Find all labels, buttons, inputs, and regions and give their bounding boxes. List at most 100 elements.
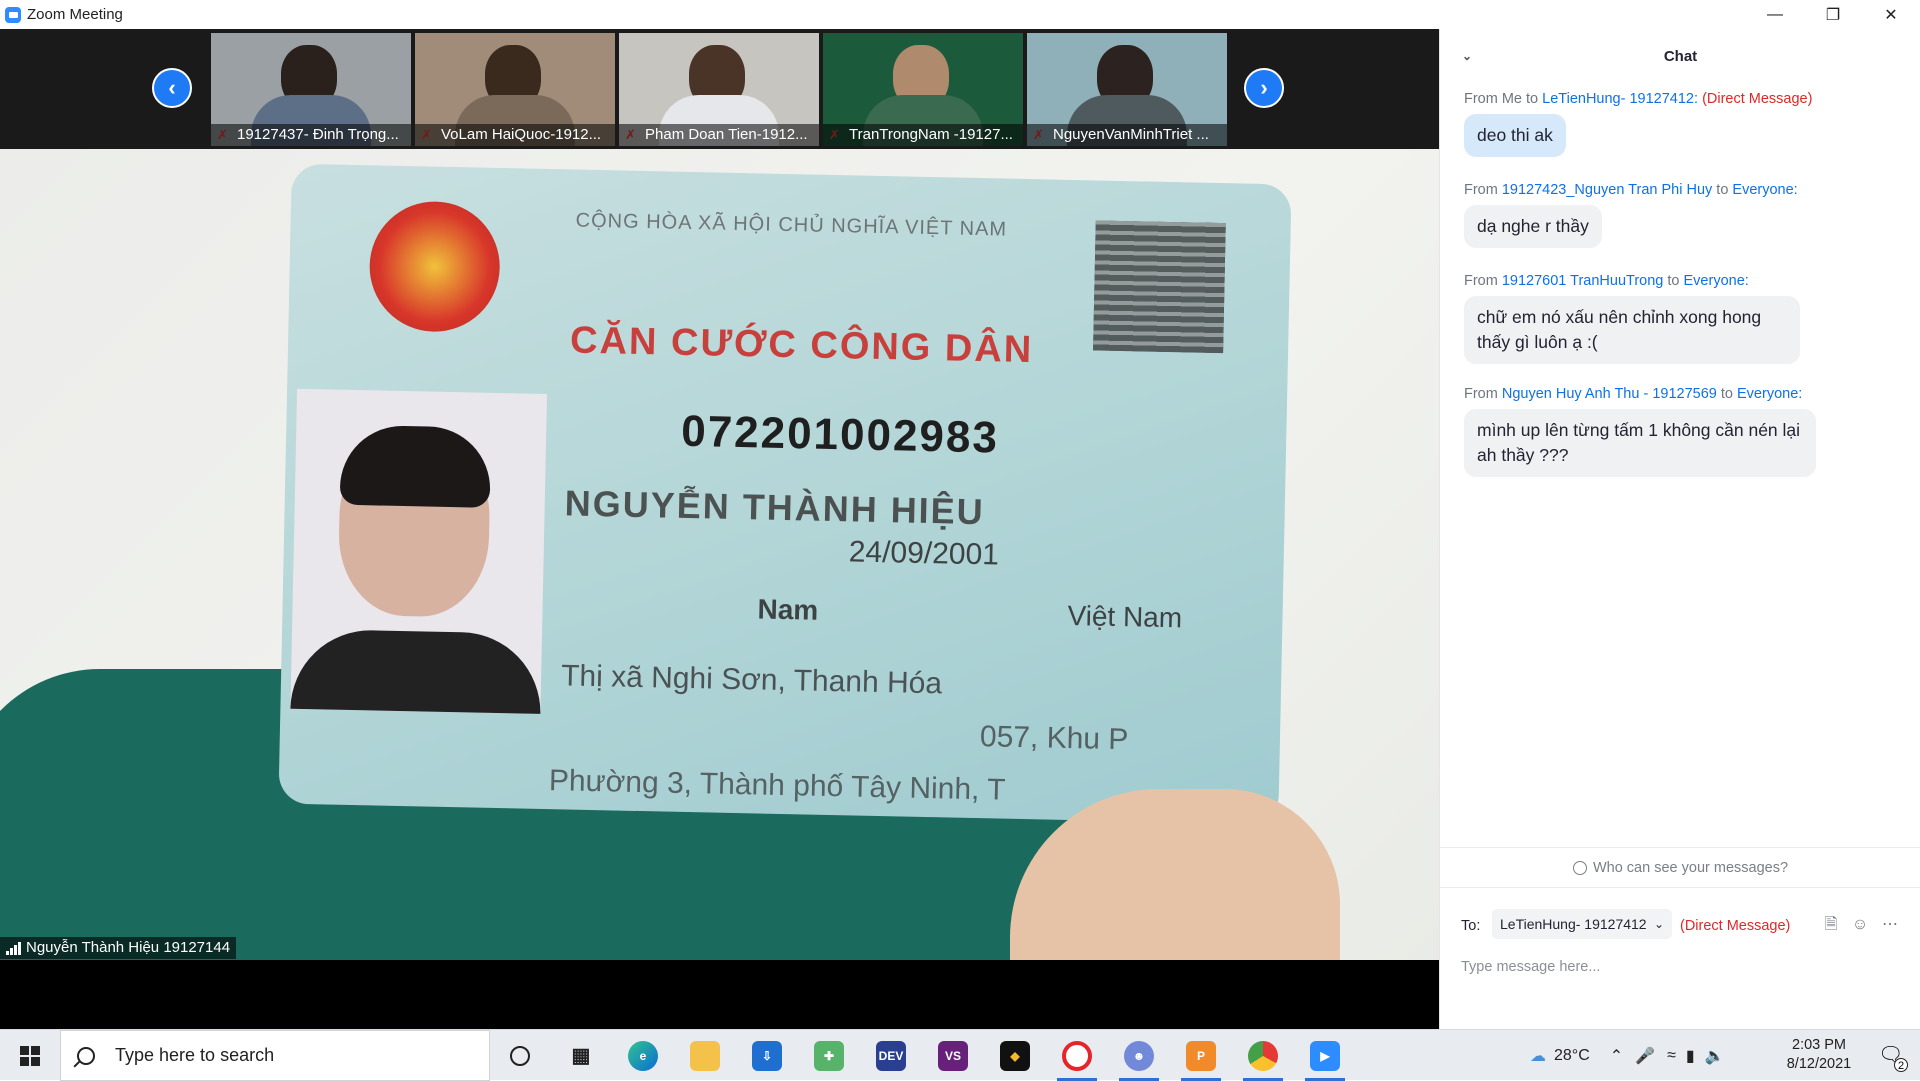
start-button[interactable] [0, 1030, 60, 1081]
discord-icon[interactable]: ☻ [1113, 1030, 1165, 1081]
task-view-icon[interactable]: ▦ [555, 1030, 607, 1081]
participant-name: Pham Doan Tien-1912... [619, 124, 819, 146]
search-icon [77, 1046, 95, 1065]
participant-tile[interactable]: ✗ TranTrongNam -19127... [823, 33, 1023, 146]
message-meta: From Me to LeTienHung- 19127412: (Direct… [1464, 91, 1812, 107]
message-bubble: chữ em nó xấu nên chỉnh xong hong thấy g… [1464, 296, 1800, 364]
message-recipient[interactable]: Everyone: [1684, 273, 1749, 289]
chat-title: Chat [1663, 48, 1698, 65]
paper-icon[interactable]: P [1175, 1030, 1227, 1081]
window-controls: — ❐ ✕ [1746, 0, 1920, 29]
chevron-up-icon[interactable]: ⌃ [1610, 1046, 1623, 1066]
emoji-icon[interactable]: ☺ [1850, 915, 1870, 935]
gallery-next-button[interactable]: › [1244, 68, 1284, 108]
person-icon [1572, 860, 1587, 875]
participant-tile[interactable]: ✗ Pham Doan Tien-1912... [619, 33, 819, 146]
card-address-1: 057, Khu P [979, 720, 1129, 757]
speaker-name: Nguyễn Thành Hiệu 19127144 [26, 939, 231, 956]
chrome-icon[interactable] [1237, 1030, 1289, 1081]
wifi-icon[interactable]: ≈ [1667, 1047, 1676, 1065]
cortana-icon[interactable] [494, 1030, 546, 1081]
clock[interactable]: 2:03 PM 8/12/2021 [1774, 1036, 1864, 1074]
message-to-word: to [1712, 182, 1733, 198]
zoom-icon[interactable]: ▶ [1299, 1030, 1351, 1081]
message-bubble: dạ nghe r thầy [1464, 205, 1602, 248]
qr-code [1093, 220, 1226, 354]
national-emblem-icon [368, 200, 502, 333]
restore-button[interactable]: ❐ [1804, 0, 1862, 29]
volume-icon[interactable]: 🔈 [1705, 1046, 1725, 1066]
card-dob: 24/09/2001 [848, 535, 1000, 572]
window-title: Zoom Meeting [27, 6, 123, 23]
network-tool-icon[interactable]: ✚ [803, 1030, 855, 1081]
chat-message: From Me to LeTienHung- 19127412: (Direct… [1464, 91, 1812, 157]
chevron-down-icon[interactable]: ⌄ [1462, 49, 1474, 63]
clock-time: 2:03 PM [1792, 1037, 1846, 1053]
chat-header: ⌄ Chat [1440, 29, 1920, 84]
weather-icon[interactable]: ☁ [1530, 1046, 1546, 1066]
file-icon[interactable]: 🗎 [1821, 915, 1841, 935]
system-tray: ☁ 28°C ⌃ 🎤 ≈ ▮ 🔈 [1530, 1030, 1725, 1081]
edge-icon[interactable]: e [617, 1030, 669, 1081]
message-sender[interactable]: 19127601 TranHuuTrong [1502, 273, 1664, 289]
close-button[interactable]: ✕ [1862, 0, 1920, 29]
recipient-value: LeTienHung- 19127412 [1500, 916, 1647, 932]
participant-tile[interactable]: ✗ NguyenVanMinhTriet ... [1027, 33, 1227, 146]
meeting-area: ‹ ✗ 19127437- Đinh Trọng... ✗ VoLam HaiQ… [0, 29, 1439, 1029]
card-nationality: Việt Nam [1067, 599, 1183, 634]
message-sender[interactable]: 19127423_Nguyen Tran Phi Huy [1502, 182, 1712, 198]
more-icon[interactable]: ⋯ [1880, 915, 1900, 935]
message-from-prefix: From Me to [1464, 91, 1543, 107]
chat-panel: ⌄ Chat From Me to LeTienHung- 19127412: … [1439, 29, 1920, 1029]
gallery-prev-button[interactable]: ‹ [152, 68, 192, 108]
message-bubble: deo thi ak [1464, 114, 1566, 157]
participant-tile[interactable]: ✗ 19127437- Đinh Trọng... [211, 33, 411, 146]
minimize-button[interactable]: — [1746, 0, 1804, 29]
message-meta: From 19127601 TranHuuTrong to Everyone: [1464, 273, 1824, 289]
binance-icon[interactable]: ◆ [989, 1030, 1041, 1081]
message-bubble: mình up lên từng tấm 1 không cần nén lại… [1464, 409, 1816, 477]
participant-name: NguyenVanMinhTriet ... [1027, 124, 1227, 146]
visual-studio-icon[interactable]: VS [927, 1030, 979, 1081]
to-label: To: [1461, 918, 1481, 934]
message-to-word: to [1663, 273, 1684, 289]
chat-composer: To: LeTienHung- 19127412 ⌄ (Direct Messa… [1440, 887, 1920, 1029]
message-meta: From 19127423_Nguyen Tran Phi Huy to Eve… [1464, 182, 1798, 198]
clock-date: 8/12/2021 [1786, 1056, 1852, 1072]
message-sender[interactable]: LeTienHung- 19127412: [1542, 91, 1698, 107]
taskbar: Type here to search ▦ e ⇩ ✚ DEV VS ◆ ☻ P… [0, 1029, 1920, 1081]
participant-name: 19127437- Đinh Trọng... [211, 124, 411, 146]
weather-temp[interactable]: 28°C [1554, 1047, 1590, 1065]
installer-icon[interactable]: ⇩ [741, 1030, 793, 1081]
battery-icon[interactable]: ▮ [1686, 1046, 1695, 1066]
chat-message: From 19127601 TranHuuTrong to Everyone: … [1464, 273, 1824, 364]
opera-icon[interactable] [1051, 1030, 1103, 1081]
chevron-down-icon: ⌄ [1653, 917, 1664, 931]
direct-message-label: (Direct Message) [1680, 918, 1791, 934]
message-recipient[interactable]: Everyone: [1737, 386, 1802, 402]
card-name: NGUYỄN THÀNH HIỆU [564, 482, 986, 533]
active-speaker-video[interactable]: CỘNG HÒA XÃ HỘI CHỦ NGHĨA VIỆT NAM CĂN C… [0, 149, 1439, 960]
privacy-text: Who can see your messages? [1592, 859, 1789, 876]
message-sender[interactable]: Nguyen Huy Anh Thu - 19127569 [1502, 386, 1717, 402]
windows-logo-icon [20, 1045, 40, 1066]
speaker-name-label: Nguyễn Thành Hiệu 19127144 [0, 937, 237, 959]
taskbar-search[interactable]: Type here to search [60, 1030, 490, 1081]
message-recipient[interactable]: Everyone: [1732, 182, 1797, 198]
message-to-word: to [1716, 386, 1737, 402]
zoom-app-icon [5, 6, 21, 23]
message-meta: From Nguyen Huy Anh Thu - 19127569 to Ev… [1464, 386, 1824, 402]
privacy-link[interactable]: Who can see your messages? [1440, 847, 1920, 887]
microphone-icon[interactable]: 🎤 [1635, 1046, 1655, 1066]
notification-button[interactable]: 🗨 2 [1878, 1042, 1908, 1072]
file-explorer-icon[interactable] [679, 1030, 731, 1081]
participant-tile[interactable]: ✗ VoLam HaiQuoc-1912... [415, 33, 615, 146]
message-input[interactable] [1461, 952, 1901, 982]
chat-message: From 19127423_Nguyen Tran Phi Huy to Eve… [1464, 182, 1798, 248]
card-origin: Thị xã Nghi Sơn, Thanh Hóa [560, 659, 943, 701]
id-card: CỘNG HÒA XÃ HỘI CHỦ NGHĨA VIỆT NAM CĂN C… [278, 163, 1292, 825]
notification-count: 2 [1894, 1058, 1908, 1072]
dev-cpp-icon[interactable]: DEV [865, 1030, 917, 1081]
recipient-select[interactable]: LeTienHung- 19127412 ⌄ [1492, 909, 1672, 939]
message-from-prefix: From [1464, 182, 1502, 198]
